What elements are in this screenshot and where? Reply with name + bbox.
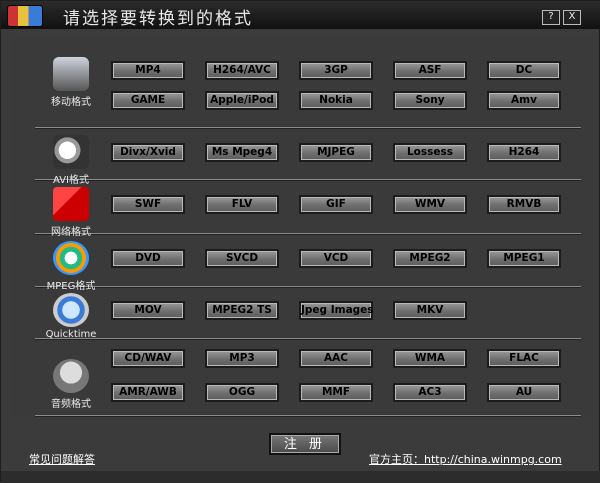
format-button[interactable]: ASF bbox=[393, 61, 467, 80]
format-button[interactable]: FLV bbox=[205, 195, 279, 214]
window-title: 请选择要转换到的格式 bbox=[63, 9, 253, 29]
format-button[interactable]: Amv bbox=[487, 91, 561, 110]
divider bbox=[35, 233, 581, 234]
format-button[interactable]: GAME bbox=[111, 91, 185, 110]
category-web: 网络格式 bbox=[31, 187, 111, 238]
format-button[interactable]: Ms Mpeg4 bbox=[205, 143, 279, 162]
category-label: MPEG格式 bbox=[46, 281, 96, 292]
register-button[interactable]: 注 册 bbox=[269, 433, 341, 455]
divider bbox=[35, 415, 581, 416]
format-button[interactable]: WMA bbox=[393, 349, 467, 368]
faq-link[interactable]: 常见问题解答 bbox=[29, 451, 95, 467]
category-label: Quicktime bbox=[45, 329, 97, 340]
category-avi: AVI格式 bbox=[31, 135, 111, 186]
format-button[interactable]: DVD bbox=[111, 249, 185, 268]
close-button[interactable]: X bbox=[563, 10, 581, 25]
format-button[interactable]: Jpeg Images bbox=[299, 301, 374, 320]
mpeg-disc-icon bbox=[53, 241, 89, 275]
format-button[interactable]: H264/AVC bbox=[205, 61, 279, 80]
format-button[interactable]: SWF bbox=[111, 195, 185, 214]
audio-headphones-icon bbox=[53, 359, 89, 393]
format-button[interactable]: WMV bbox=[393, 195, 467, 214]
format-button[interactable]: MP3 bbox=[205, 349, 279, 368]
format-button[interactable]: RMVB bbox=[487, 195, 561, 214]
format-button[interactable]: Nokia bbox=[299, 91, 373, 110]
app-icon bbox=[7, 5, 43, 27]
format-button[interactable]: FLAC bbox=[487, 349, 561, 368]
category-label: 移动格式 bbox=[51, 97, 91, 108]
format-button[interactable]: MJPEG bbox=[299, 143, 373, 162]
format-button[interactable]: Divx/Xvid bbox=[111, 143, 185, 162]
format-button[interactable]: 3GP bbox=[299, 61, 373, 80]
flash-icon bbox=[53, 187, 89, 221]
format-button[interactable]: CD/WAV bbox=[111, 349, 185, 368]
homepage-link[interactable]: 官方主页：http://china.winmpg.com bbox=[369, 451, 562, 467]
format-button[interactable]: GIF bbox=[299, 195, 373, 214]
category-label: 网络格式 bbox=[51, 227, 91, 238]
format-button[interactable]: OGG bbox=[205, 383, 279, 402]
category-label: 音频格式 bbox=[51, 399, 91, 410]
quicktime-icon bbox=[53, 293, 89, 327]
divider bbox=[35, 286, 581, 287]
format-button[interactable]: VCD bbox=[299, 249, 373, 268]
format-button[interactable]: AC3 bbox=[393, 383, 467, 402]
category-audio: 音频格式 bbox=[31, 359, 111, 410]
help-button[interactable]: ? bbox=[542, 10, 560, 25]
format-button[interactable]: MPEG1 bbox=[487, 249, 561, 268]
format-button[interactable]: MKV bbox=[393, 301, 467, 320]
title-bar: 请选择要转换到的格式 ? X bbox=[1, 1, 600, 29]
format-button[interactable]: Lossess bbox=[393, 143, 467, 162]
format-button[interactable]: Sony bbox=[393, 91, 467, 110]
category-mobile: 移动格式 bbox=[31, 57, 111, 108]
format-button[interactable]: DC bbox=[487, 61, 561, 80]
format-button[interactable]: MPEG2 TS bbox=[205, 301, 279, 320]
format-button[interactable]: SVCD bbox=[205, 249, 279, 268]
format-button[interactable]: MP4 bbox=[111, 61, 185, 80]
format-selection-window: 请选择要转换到的格式 ? X 移动格式 AVI格式 网络格式 MPEG格式 Qu… bbox=[0, 0, 600, 483]
category-mpeg: MPEG格式 bbox=[31, 241, 111, 292]
format-button[interactable]: Apple/iPod bbox=[205, 91, 279, 110]
avi-film-reel-icon bbox=[53, 135, 89, 169]
divider bbox=[35, 127, 581, 128]
format-button[interactable]: AAC bbox=[299, 349, 373, 368]
format-button[interactable]: MPEG2 bbox=[393, 249, 467, 268]
divider bbox=[35, 179, 581, 180]
status-bar bbox=[1, 471, 600, 483]
mobile-phone-icon bbox=[53, 57, 89, 91]
format-button[interactable]: MOV bbox=[111, 301, 185, 320]
format-button[interactable]: H264 bbox=[487, 143, 561, 162]
format-button[interactable]: MMF bbox=[299, 383, 373, 402]
format-button[interactable]: AU bbox=[487, 383, 561, 402]
divider bbox=[35, 338, 581, 339]
format-button[interactable]: AMR/AWB bbox=[111, 383, 185, 402]
category-label: AVI格式 bbox=[53, 175, 89, 186]
format-panel: 移动格式 AVI格式 网络格式 MPEG格式 Quicktime 音频格式 MP… bbox=[11, 37, 593, 417]
category-quicktime: Quicktime bbox=[31, 293, 111, 340]
